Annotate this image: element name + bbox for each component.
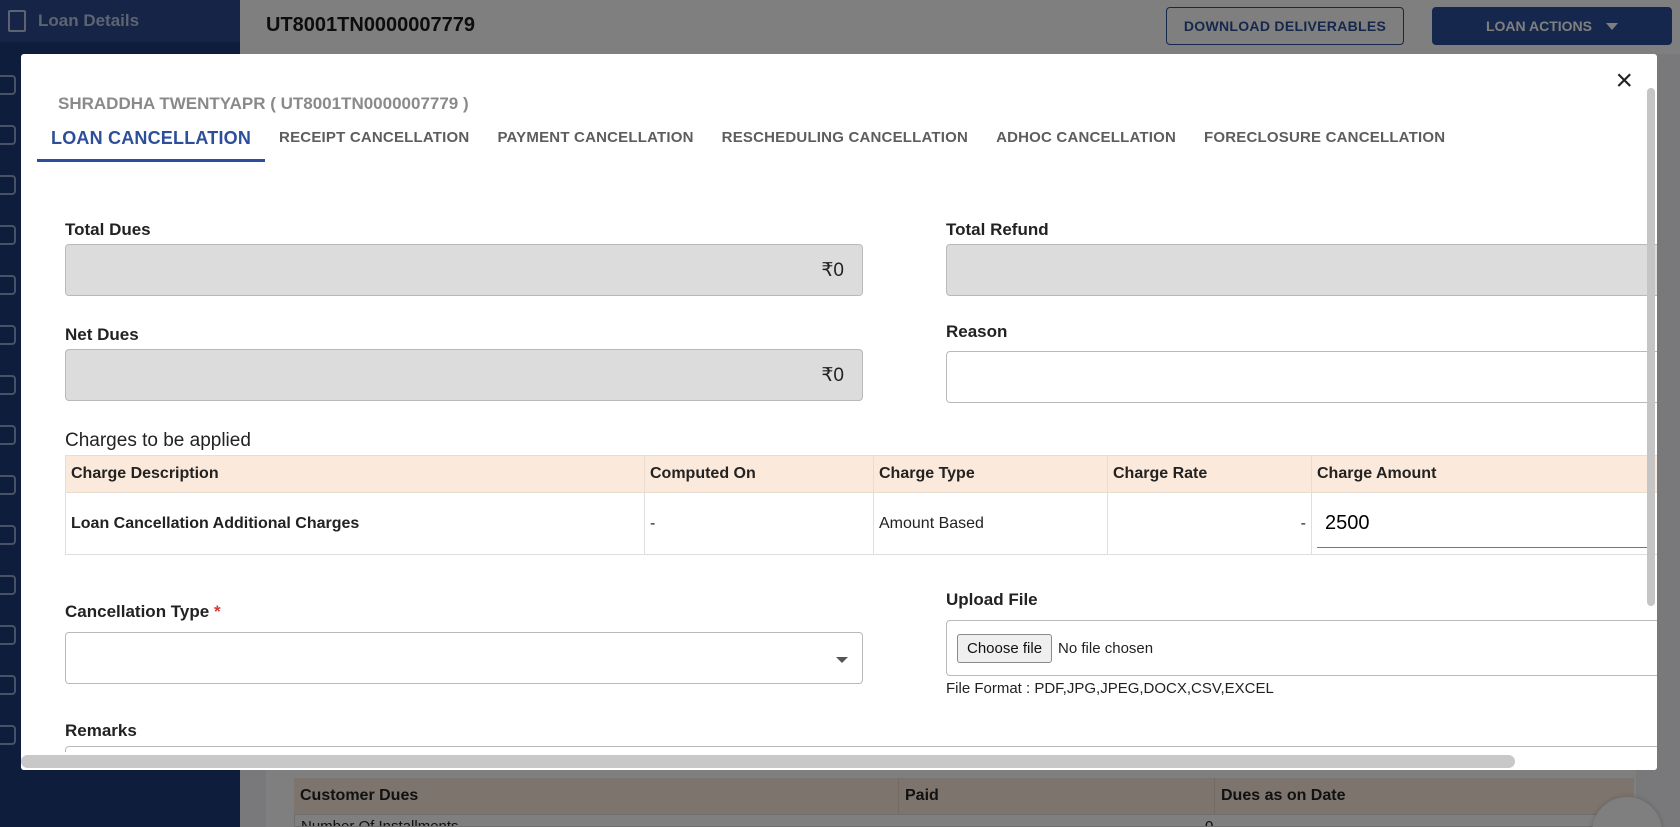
tab-foreclosure-cancellation[interactable]: FORECLOSURE CANCELLATION [1190,122,1459,162]
header-charge-rate: Charge Rate [1107,455,1312,493]
tab-rescheduling-cancellation[interactable]: RESCHEDULING CANCELLATION [708,122,982,162]
total-refund-field [946,244,1657,296]
choose-file-button[interactable]: Choose file [957,633,1053,663]
dropdown-arrow-icon [836,657,848,663]
upload-file-label: Upload File [946,590,1038,609]
required-mark: * [213,602,221,621]
cancellation-type-select[interactable] [65,632,863,684]
remarks-label: Remarks [65,721,137,740]
borrower-title: SHRADDHA TWENTYAPR ( UT8001TN0000007779 … [58,94,469,113]
tab-payment-cancellation[interactable]: PAYMENT CANCELLATION [483,122,707,162]
charge-rate-cell: - [1107,492,1312,555]
charges-header-row: Charge Description Computed On Charge Ty… [65,455,1657,493]
charge-amount-cell [1311,492,1657,555]
horizontal-scroll-thumb[interactable] [21,755,1515,768]
charge-amount-input[interactable] [1317,499,1647,548]
tab-adhoc-cancellation[interactable]: ADHOC CANCELLATION [982,122,1190,162]
charges-table: Charge Description Computed On Charge Ty… [65,455,1657,555]
close-icon[interactable]: × [1615,66,1633,96]
loan-cancellation-modal: × SHRADDHA TWENTYAPR ( UT8001TN000000777… [21,54,1657,770]
file-format-note: File Format : PDF,JPG,JPEG,DOCX,CSV,EXCE… [946,680,1274,697]
horizontal-scrollbar[interactable] [21,752,1657,770]
total-dues-value: ₹0 [821,260,844,281]
net-dues-value: ₹0 [821,365,844,386]
tab-loan-cancellation[interactable]: LOAN CANCELLATION [37,122,266,162]
file-status: No file chosen [1058,639,1154,657]
net-dues-label: Net Dues [65,325,139,344]
cancellation-tabs: LOAN CANCELLATION RECEIPT CANCELLATION P… [37,122,1459,162]
total-dues-field: ₹0 [65,244,863,296]
total-dues-label: Total Dues [65,220,151,239]
cancellation-type-text: Cancellation Type [65,602,210,621]
vertical-scroll-thumb[interactable] [1647,88,1655,606]
upload-file-field: Choose file No file chosen [946,620,1657,676]
charge-type-cell: Amount Based [873,492,1108,555]
header-charge-amount: Charge Amount [1311,455,1657,493]
charge-description-cell: Loan Cancellation Additional Charges [65,492,645,555]
header-charge-type: Charge Type [873,455,1108,493]
reason-input[interactable] [946,351,1657,403]
computed-on-cell: - [644,492,874,555]
cancellation-type-label: Cancellation Type * [65,602,221,622]
vertical-scrollbar[interactable] [1645,88,1657,754]
charges-title: Charges to be applied [65,430,251,451]
header-computed-on: Computed On [644,455,874,493]
tab-receipt-cancellation[interactable]: RECEIPT CANCELLATION [265,122,483,162]
net-dues-field: ₹0 [65,349,863,401]
header-charge-description: Charge Description [65,455,645,493]
reason-label: Reason [946,322,1008,341]
table-row: Loan Cancellation Additional Charges - A… [65,492,1657,555]
total-refund-label: Total Refund [946,220,1049,239]
